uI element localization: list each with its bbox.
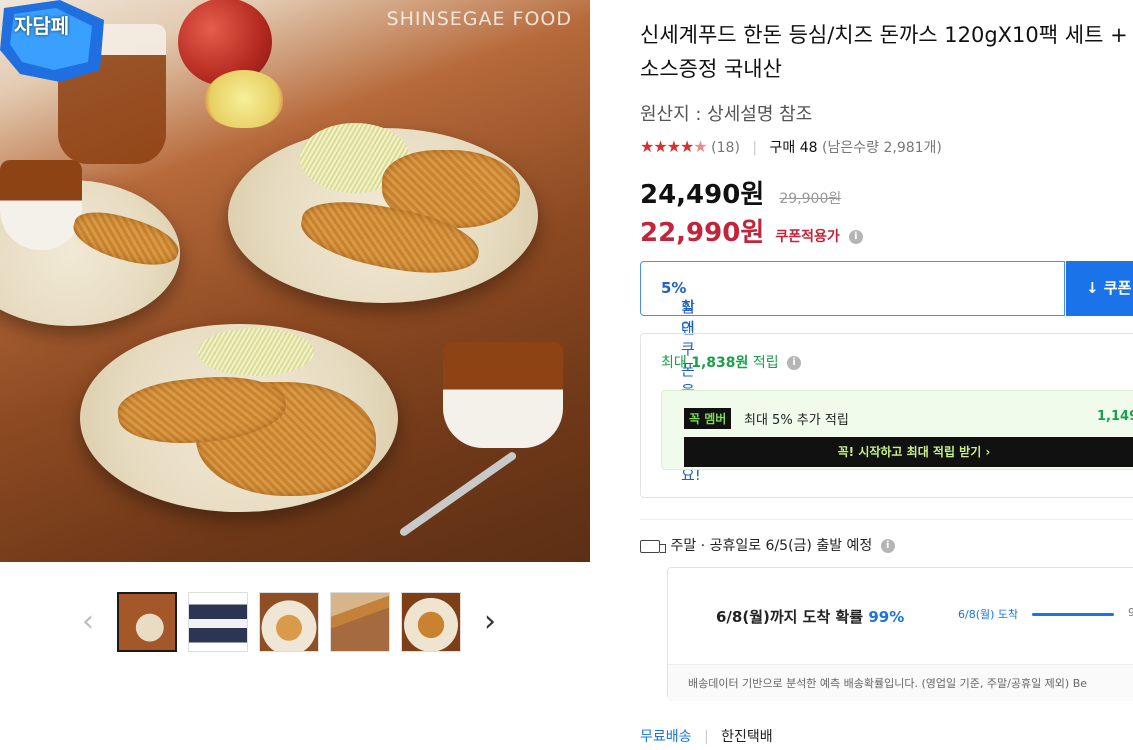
arrival-tail-label: 9 <box>1128 606 1133 619</box>
sauce-bowl <box>0 160 82 250</box>
product-title: 신세계푸드 한돈 등심/치즈 돈까스 120gX10팩 세트 + 소스증정 국내… <box>640 23 1128 81</box>
member-badge: 꼭 멤버 <box>684 408 732 429</box>
coupon-price-label: 쿠폰적용가 <box>775 229 840 245</box>
stock-remaining: (남은수량 2,981개) <box>822 140 942 156</box>
delivery-probability-box: 6/8(월)까지 도착 확률 99% 6/8(월) 도착 9 배송데이터 기반으… <box>667 567 1133 701</box>
member-reward-amount: 1,149 <box>1097 409 1133 424</box>
arrival-progress-bar <box>1032 613 1114 616</box>
next-thumbnail-button[interactable]: › <box>484 602 496 642</box>
coupon-price: 22,990원 <box>640 218 765 248</box>
coupon-download-button[interactable]: ↓ 쿠폰 <box>1066 261 1133 316</box>
product-main-image[interactable]: SHINSEGAE FOOD 자담페 <box>0 0 590 562</box>
review-count-link[interactable]: (18) <box>711 140 740 156</box>
thumbnail-4[interactable] <box>330 592 390 652</box>
shipping-schedule: 주말 · 공휴일로 6/5(금) 출발 예정 i <box>640 535 895 555</box>
thumbnail-5[interactable] <box>401 592 461 652</box>
apple-slice-decoration <box>205 70 283 128</box>
shipping-info: 무료배송 | 한진택배 <box>640 729 773 745</box>
free-shipping-label: 무료배송 <box>640 729 692 745</box>
member-signup-button[interactable]: 꼭! 시작하고 최대 적립 받기 › <box>684 437 1133 467</box>
member-reward-box: 꼭 멤버 최대 5% 추가 적립 1,149 꼭! 시작하고 최대 적립 받기 … <box>661 390 1133 470</box>
sale-price-row: 24,490원 29,900원 <box>640 174 841 211</box>
cabbage <box>198 328 314 376</box>
sauce-bowl <box>443 342 563 448</box>
info-icon[interactable]: i <box>848 229 863 244</box>
member-reward-text: 최대 5% 추가 적립 <box>744 413 849 428</box>
carrier-label: 한진택배 <box>721 729 773 745</box>
sale-price: 24,490원 <box>640 180 765 210</box>
coupon-price-row: 22,990원 쿠폰적용가 i <box>640 212 863 249</box>
fork <box>398 450 518 538</box>
truck-icon <box>640 539 666 553</box>
arrival-date-label: 6/8(월) 도착 <box>958 608 1019 621</box>
coupon-banner-text: 최대 5% 할인 쿠폰을 받으세요! <box>661 279 701 484</box>
reward-box: 최대 1,838원 적립 i 꼭 멤버 최대 5% 추가 적립 1,149 꼭!… <box>640 333 1133 498</box>
product-origin: 원산지 : 상세설명 참조 <box>640 104 813 125</box>
thumbnail-2[interactable] <box>188 592 248 652</box>
thumbnail-strip: ‹ › <box>80 590 510 656</box>
brand-watermark: SHINSEGAE FOOD <box>386 8 572 30</box>
delivery-footnote: 배송데이터 기반으로 분석한 예측 배송확률입니다. (영업일 기준, 주말/공… <box>668 664 1133 701</box>
rating-row: ★★★★★ (18) | 구매 48 (남은수량 2,981개) <box>640 137 942 156</box>
arrival-probability: 6/8(월)까지 도착 확률 99% <box>716 608 905 626</box>
info-icon[interactable]: i <box>787 356 802 370</box>
info-icon[interactable]: i <box>880 539 895 553</box>
original-price: 29,900원 <box>779 191 842 207</box>
thumbnail-1[interactable] <box>117 592 177 652</box>
coupon-banner[interactable]: 최대 5% 할인 쿠폰을 받으세요! <box>640 261 1065 484</box>
star-rating-icon[interactable]: ★★★★★ <box>640 137 708 156</box>
purchase-count: 구매 48 <box>769 140 818 156</box>
divider <box>640 519 1133 520</box>
reward-max: 최대 1,838원 적립 i <box>661 352 802 372</box>
promo-badge-label: 자담페 <box>14 14 70 38</box>
prev-thumbnail-button[interactable]: ‹ <box>82 602 94 642</box>
thumbnail-3[interactable] <box>259 592 319 652</box>
